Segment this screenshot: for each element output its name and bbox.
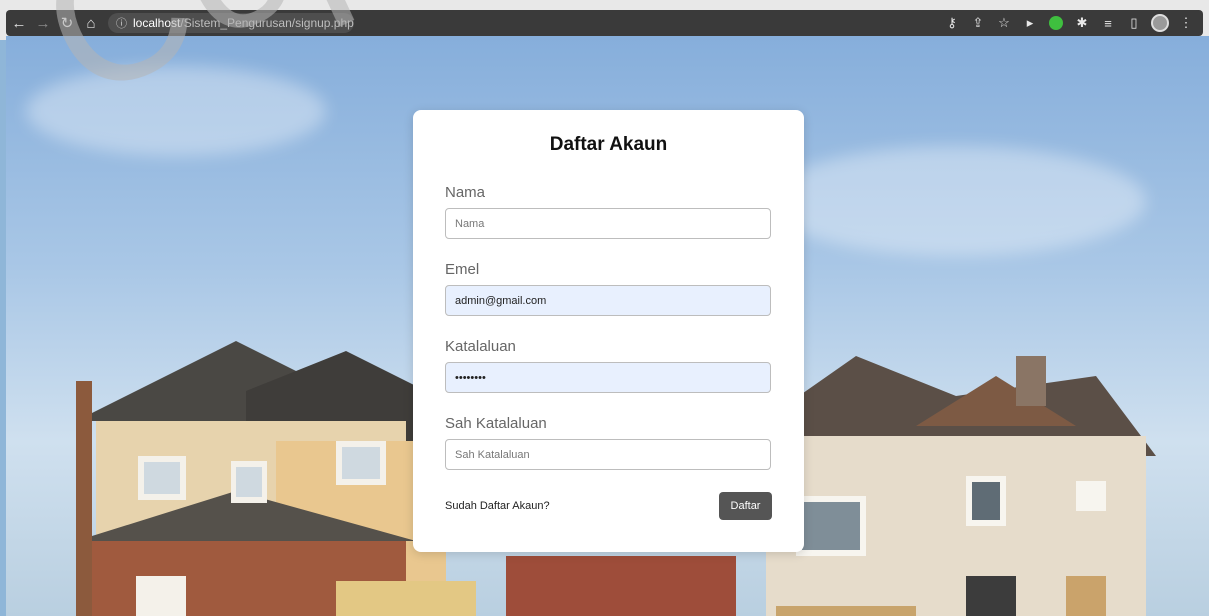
home-icon[interactable]: ⌂ xyxy=(80,12,102,34)
url-path: /Sistem_Pengurusan/signup.php xyxy=(180,16,354,30)
name-input[interactable] xyxy=(445,208,771,239)
share-icon[interactable]: ⇪ xyxy=(969,14,987,32)
browser-top-bar: ← → ↻ ⌂ ⓘ localhost /Sistem_Pengurusan/s… xyxy=(0,0,1209,40)
already-registered-link[interactable]: Sudah Daftar Akaun? xyxy=(445,500,550,512)
back-arrow-icon[interactable]: ← xyxy=(8,12,30,34)
info-icon[interactable]: ⓘ xyxy=(116,15,127,31)
reading-list-icon[interactable]: ≡ xyxy=(1099,14,1117,32)
email-label: Emel xyxy=(445,261,480,278)
key-icon[interactable]: ⚷ xyxy=(943,14,961,32)
password-input[interactable] xyxy=(445,362,771,393)
signup-card: Daftar Akaun Nama Emel Katalaluan Sah Ka… xyxy=(413,110,804,552)
side-panel-icon[interactable]: ▯ xyxy=(1125,14,1143,32)
confirm-password-input[interactable] xyxy=(445,439,771,470)
email-input[interactable] xyxy=(445,285,771,316)
cloud xyxy=(26,66,326,156)
confirm-password-label: Sah Katalaluan xyxy=(445,415,547,432)
reload-icon[interactable]: ↻ xyxy=(56,12,78,34)
extension-play-icon[interactable]: ▸ xyxy=(1021,14,1039,32)
browser-toolbar: ← → ↻ ⌂ ⓘ localhost /Sistem_Pengurusan/s… xyxy=(6,10,1203,36)
cloud xyxy=(766,146,1146,256)
name-label: Nama xyxy=(445,184,486,201)
extension-green-icon[interactable] xyxy=(1047,14,1065,32)
middle-house xyxy=(506,556,736,616)
star-icon[interactable]: ☆ xyxy=(995,14,1013,32)
forward-arrow-icon[interactable]: → xyxy=(32,12,54,34)
url-host: localhost xyxy=(133,16,181,30)
profile-avatar[interactable] xyxy=(1151,14,1169,32)
password-label: Katalaluan xyxy=(445,338,516,355)
page-title: Daftar Akaun xyxy=(549,134,668,155)
address-bar[interactable]: ⓘ localhost /Sistem_Pengurusan/signup.ph… xyxy=(108,13,354,33)
puzzle-icon[interactable]: ✱ xyxy=(1073,14,1091,32)
menu-dots-icon[interactable]: ⋮ xyxy=(1177,14,1195,32)
register-button[interactable]: Daftar xyxy=(719,492,772,520)
